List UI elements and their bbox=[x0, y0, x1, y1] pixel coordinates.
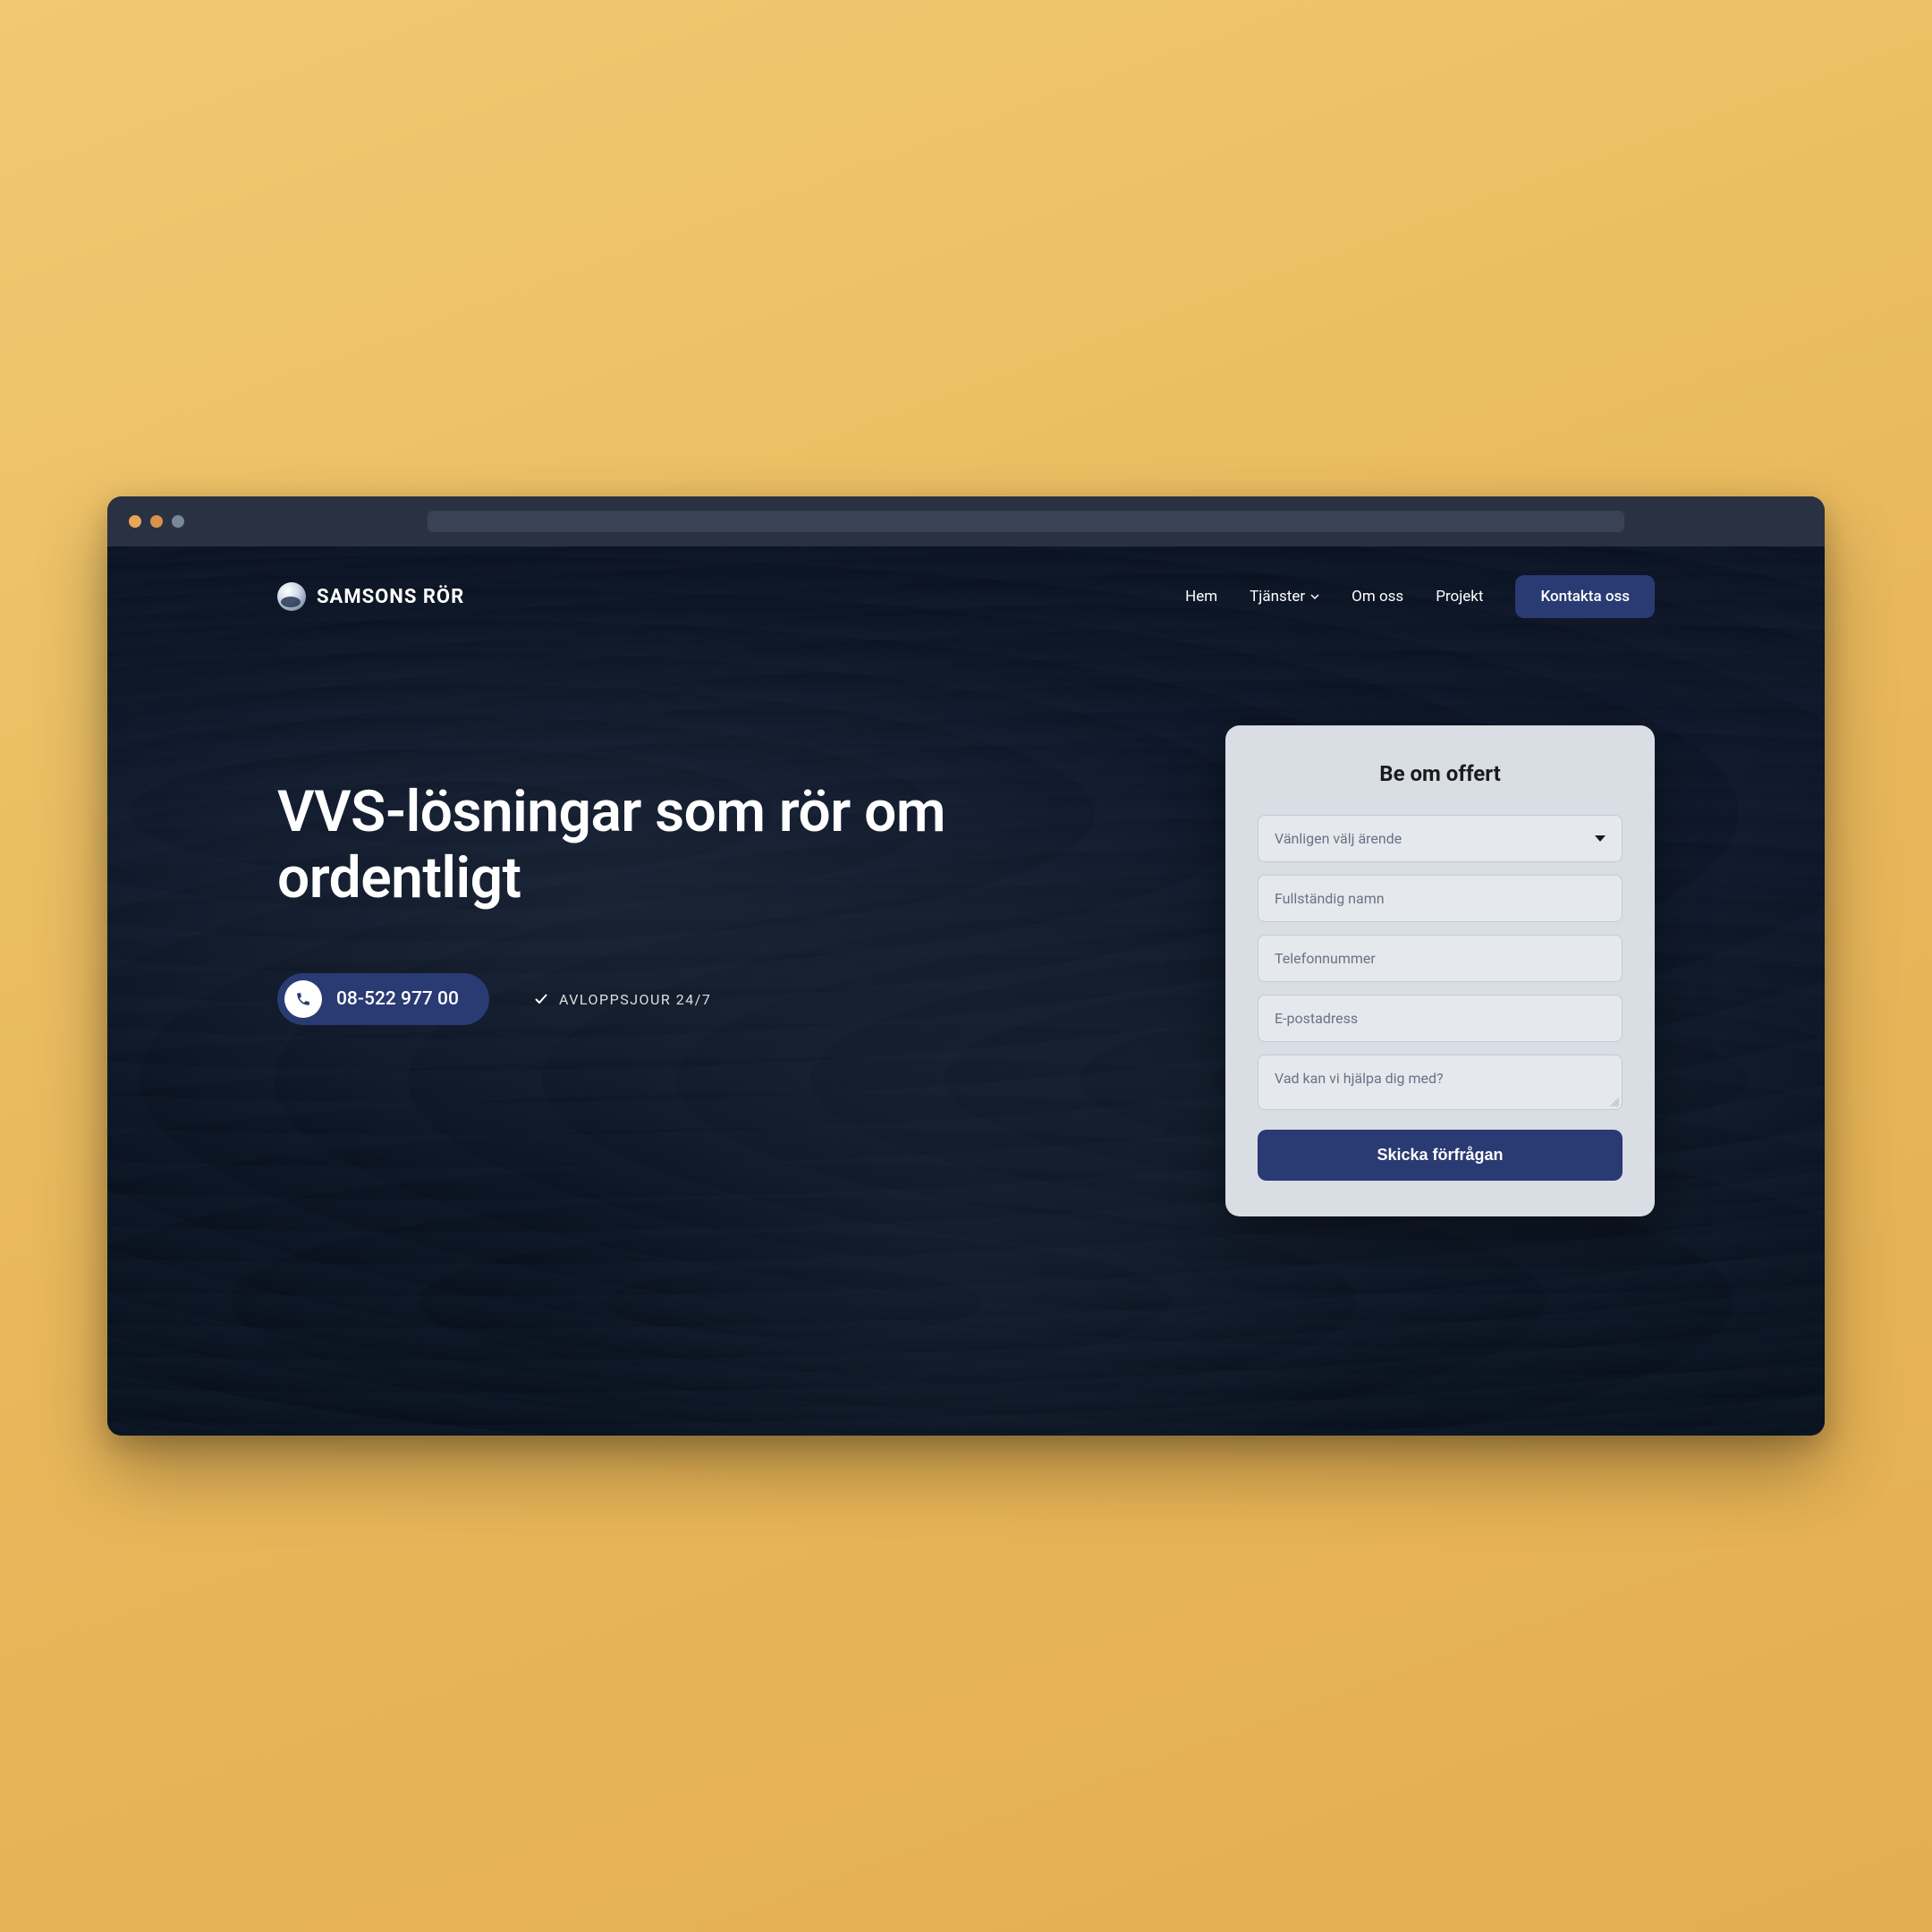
nav-link-tjanster[interactable]: Tjänster bbox=[1250, 588, 1319, 606]
nav-label: Tjänster bbox=[1250, 588, 1305, 606]
phone-button[interactable]: 08-522 977 00 bbox=[277, 973, 489, 1025]
contact-button[interactable]: Kontakta oss bbox=[1515, 575, 1655, 618]
brand-name: SAMSONS RÖR bbox=[317, 586, 464, 608]
hero-title: VVS-lösningar som rör om ordentligt bbox=[277, 779, 1154, 911]
window-controls bbox=[129, 515, 184, 528]
availability-badge: AVLOPPSJOUR 24/7 bbox=[534, 991, 711, 1008]
nav-link-hem[interactable]: Hem bbox=[1185, 588, 1217, 606]
resize-handle-icon bbox=[1609, 1097, 1620, 1107]
hero-copy: VVS-lösningar som rör om ordentligt 08-5… bbox=[277, 725, 1154, 1216]
close-window-icon[interactable] bbox=[129, 515, 141, 528]
submit-label: Skicka förfrågan bbox=[1377, 1146, 1503, 1164]
maximize-window-icon[interactable] bbox=[172, 515, 184, 528]
availability-text: AVLOPPSJOUR 24/7 bbox=[559, 991, 711, 1008]
phone-placeholder: Telefonnummer bbox=[1275, 950, 1376, 967]
chevron-down-icon bbox=[1310, 592, 1319, 601]
subject-select[interactable]: Vänligen välj ärende bbox=[1258, 815, 1623, 862]
nav-link-om-oss[interactable]: Om oss bbox=[1352, 588, 1403, 606]
email-placeholder: E-postadress bbox=[1275, 1010, 1358, 1027]
cta-label: Kontakta oss bbox=[1540, 588, 1630, 606]
page-content: SAMSONS RÖR Hem Tjänster Om oss Projekt bbox=[107, 547, 1825, 1436]
minimize-window-icon[interactable] bbox=[150, 515, 163, 528]
form-title: Be om offert bbox=[1258, 761, 1623, 786]
check-icon bbox=[534, 992, 548, 1006]
nav-links: Hem Tjänster Om oss Projekt Kontakta oss bbox=[1185, 575, 1655, 618]
nav-label: Om oss bbox=[1352, 588, 1403, 606]
phone-icon bbox=[284, 980, 322, 1018]
caret-down-icon bbox=[1595, 835, 1606, 842]
submit-button[interactable]: Skicka förfrågan bbox=[1258, 1130, 1623, 1181]
nav-link-projekt[interactable]: Projekt bbox=[1436, 588, 1483, 606]
select-placeholder: Vänligen välj ärende bbox=[1275, 830, 1402, 847]
phone-number: 08-522 977 00 bbox=[336, 988, 459, 1010]
message-placeholder: Vad kan vi hjälpa dig med? bbox=[1275, 1070, 1444, 1087]
logo-sphere-icon bbox=[277, 582, 306, 611]
brand-logo[interactable]: SAMSONS RÖR bbox=[277, 582, 464, 611]
email-input[interactable]: E-postadress bbox=[1258, 995, 1623, 1042]
hero-actions: 08-522 977 00 AVLOPPSJOUR 24/7 bbox=[277, 973, 1154, 1025]
nav-label: Projekt bbox=[1436, 588, 1483, 606]
quote-form: Be om offert Vänligen välj ärende Fullst… bbox=[1225, 725, 1655, 1216]
main-nav: SAMSONS RÖR Hem Tjänster Om oss Projekt bbox=[107, 547, 1825, 618]
name-placeholder: Fullständig namn bbox=[1275, 890, 1385, 907]
browser-titlebar bbox=[107, 496, 1825, 547]
browser-window: SAMSONS RÖR Hem Tjänster Om oss Projekt bbox=[107, 496, 1825, 1436]
message-textarea[interactable]: Vad kan vi hjälpa dig med? bbox=[1258, 1055, 1623, 1110]
name-input[interactable]: Fullständig namn bbox=[1258, 875, 1623, 922]
hero-section: VVS-lösningar som rör om ordentligt 08-5… bbox=[107, 618, 1825, 1216]
phone-input[interactable]: Telefonnummer bbox=[1258, 935, 1623, 982]
nav-label: Hem bbox=[1185, 588, 1217, 606]
url-bar[interactable] bbox=[428, 511, 1624, 532]
